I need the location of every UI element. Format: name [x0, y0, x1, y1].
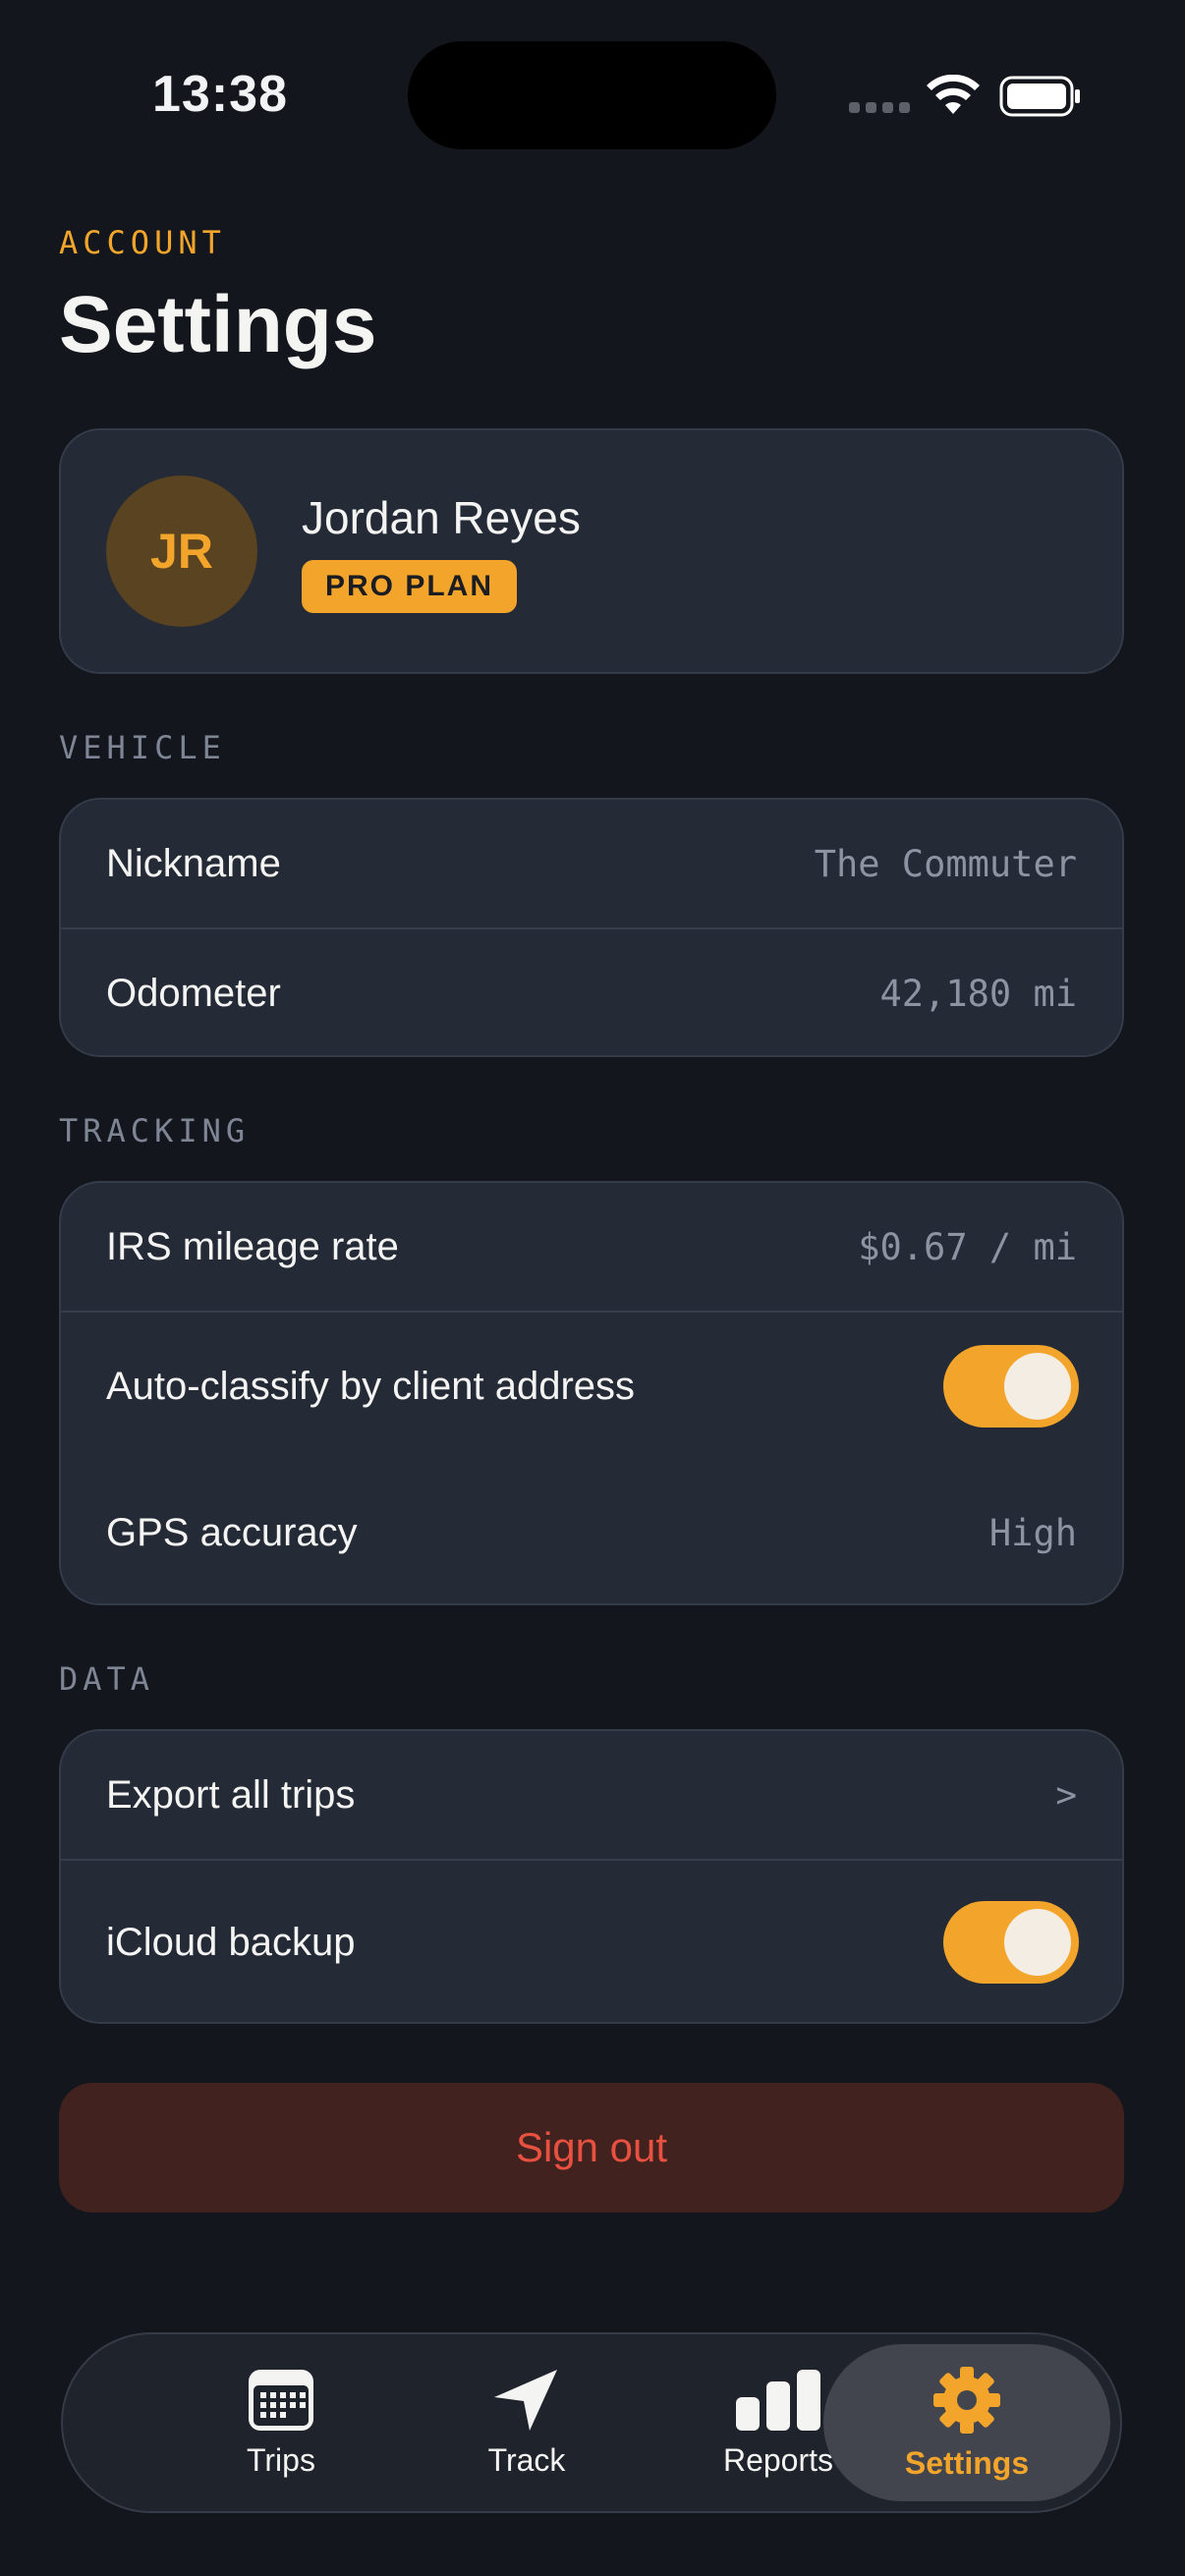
tab-trips-label: Trips: [247, 2441, 315, 2478]
export-trips-label: Export all trips: [106, 1772, 356, 1817]
icloud-backup-toggle[interactable]: [943, 1901, 1079, 1984]
tab-track[interactable]: Track: [409, 2334, 645, 2511]
mileage-rate-row[interactable]: IRS mileage rate $0.67 / mi: [61, 1183, 1122, 1311]
toggle-knob: [1004, 1353, 1071, 1420]
dynamic-island: [408, 41, 776, 149]
toggle-knob: [1004, 1909, 1071, 1976]
gps-accuracy-value: High: [988, 1511, 1077, 1554]
avatar: JR: [106, 476, 257, 627]
wifi-icon: [927, 75, 980, 114]
bar-chart-icon: [736, 2369, 820, 2431]
battery-icon: [999, 76, 1080, 117]
odometer-row[interactable]: Odometer 42,180 mi: [61, 929, 1122, 1055]
nickname-value: The Commuter: [814, 842, 1077, 885]
profile-name: Jordan Reyes: [302, 492, 581, 543]
icloud-backup-row: iCloud backup: [61, 1861, 1122, 2022]
section-label-account: ACCOUNT: [59, 224, 226, 261]
section-label-data: DATA: [59, 1660, 155, 1698]
status-time: 13:38: [152, 66, 288, 123]
profile-card[interactable]: JR Jordan Reyes PRO PLAN: [59, 428, 1124, 674]
nickname-label: Nickname: [106, 841, 281, 885]
gear-icon: [933, 2366, 1000, 2434]
gps-accuracy-row[interactable]: GPS accuracy High: [61, 1460, 1122, 1603]
plan-badge: PRO PLAN: [302, 560, 518, 613]
gps-accuracy-label: GPS accuracy: [106, 1510, 358, 1554]
data-card: Export all trips > iCloud backup: [59, 1729, 1124, 2024]
auto-classify-toggle[interactable]: [943, 1345, 1079, 1428]
export-trips-row[interactable]: Export all trips >: [61, 1731, 1122, 1859]
calendar-icon: [249, 2369, 313, 2431]
section-label-tracking: TRACKING: [59, 1112, 251, 1149]
tab-settings-label: Settings: [904, 2444, 1030, 2481]
mileage-rate-value: $0.67 / mi: [858, 1225, 1077, 1268]
icloud-backup-label: iCloud backup: [106, 1920, 356, 1964]
tab-trips[interactable]: Trips: [163, 2334, 399, 2511]
mileage-rate-label: IRS mileage rate: [106, 1224, 399, 1268]
auto-classify-label: Auto-classify by client address: [106, 1364, 636, 1408]
tab-track-label: Track: [487, 2441, 566, 2478]
tab-reports-label: Reports: [722, 2441, 834, 2478]
tab-bar: Trips Track Reports Settings: [61, 2332, 1122, 2513]
vehicle-card: Nickname The Commuter Odometer 42,180 mi: [59, 798, 1124, 1057]
chevron-right-icon: >: [1055, 1774, 1077, 1816]
odometer-label: Odometer: [106, 971, 281, 1015]
tab-settings[interactable]: Settings: [823, 2344, 1110, 2501]
page-title: Settings: [59, 280, 377, 369]
navigation-arrow-icon: [494, 2369, 557, 2431]
sign-out-button[interactable]: Sign out: [59, 2083, 1124, 2212]
auto-classify-row: Auto-classify by client address: [61, 1313, 1122, 1460]
odometer-value: 42,180 mi: [879, 972, 1077, 1015]
nickname-row[interactable]: Nickname The Commuter: [61, 800, 1122, 927]
cellular-signal-icon: [849, 102, 910, 113]
tracking-card: IRS mileage rate $0.67 / mi Auto-classif…: [59, 1181, 1124, 1605]
section-label-vehicle: VEHICLE: [59, 729, 226, 766]
